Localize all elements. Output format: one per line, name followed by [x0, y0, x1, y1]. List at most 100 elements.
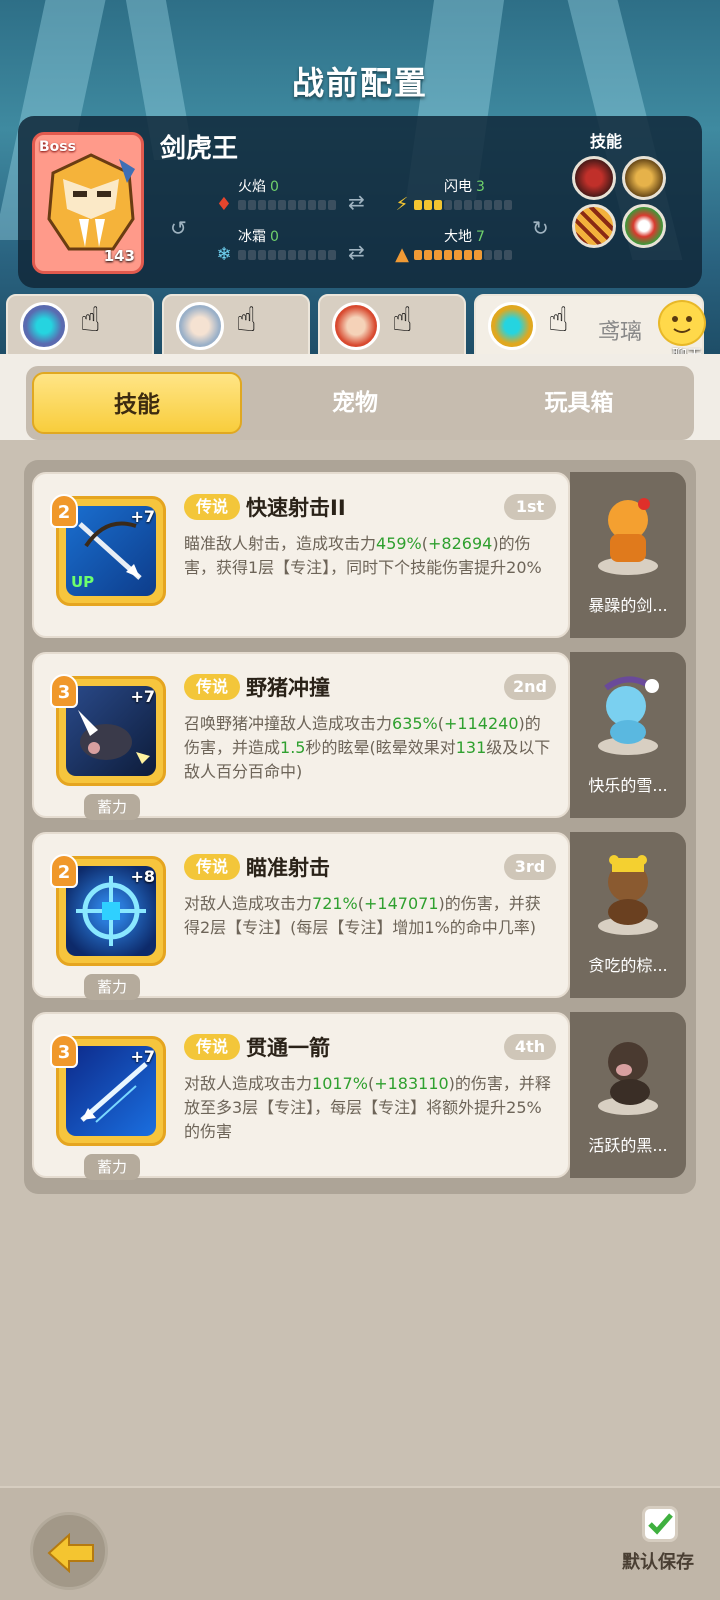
quality-tag: 传说 — [184, 494, 240, 520]
bar-segment — [454, 200, 462, 210]
pet-slot-4[interactable]: 活跃的黑... — [570, 1012, 686, 1178]
pet-name: 活跃的黑... — [588, 1136, 668, 1155]
bar-segment — [504, 250, 512, 260]
lightning-stat: 闪电 3 — [444, 179, 485, 195]
bar-segment — [434, 200, 442, 210]
bar-segment — [248, 200, 256, 210]
bar-segment — [268, 250, 276, 260]
slash-icon[interactable] — [572, 204, 616, 248]
page-title: 战前配置 — [291, 64, 428, 102]
tap-hand-icon: ☝ — [236, 300, 257, 340]
swap-arrow-icon: ⇄ — [348, 190, 365, 214]
up-badge: UP — [71, 573, 95, 591]
skill-name: 野猪冲撞 — [246, 676, 330, 700]
pet-slot-3[interactable]: 贪吃的棕... — [570, 832, 686, 998]
skill-description: 瞄准敌人射击，造成攻击力459%(+82694)的伤害，获得1层【专注】，同时下… — [184, 532, 554, 580]
rotate-right-icon: ↻ — [532, 216, 549, 240]
bar-segment — [494, 250, 502, 260]
earth-icon: ▲ — [395, 244, 409, 265]
highlight-value: 635% — [392, 714, 438, 733]
bar-segment — [258, 250, 266, 260]
boss-card[interactable]: Boss 143 — [32, 132, 144, 274]
roar-icon[interactable] — [572, 156, 616, 200]
order-tag: 2nd — [504, 674, 556, 700]
bar-segment — [504, 200, 512, 210]
fire-bar — [238, 200, 336, 210]
leaf-fist-icon[interactable] — [622, 204, 666, 248]
robot-hero-portrait — [20, 302, 68, 350]
lightning-icon: ⚡ — [395, 194, 409, 215]
skill-description: 召唤野猪冲撞敌人造成攻击力635%(+114240)的伤害，并造成1.5秒的眩晕… — [184, 712, 554, 784]
highlight-value: +183110 — [374, 1074, 449, 1093]
bar-segment — [268, 200, 276, 210]
order-tag: 3rd — [504, 854, 556, 880]
default-save-checkbox[interactable] — [642, 1506, 678, 1542]
quality-tag: 传说 — [184, 674, 240, 700]
rank-badge: 3 — [50, 674, 78, 708]
pet-bear-figure — [598, 855, 658, 935]
bar-segment — [444, 250, 452, 260]
pet-slot-1[interactable]: 暴躁的剑... — [570, 472, 686, 638]
bar-segment — [474, 200, 482, 210]
pet-boar-figure — [598, 1042, 658, 1115]
upgrade-level: +7 — [130, 1047, 155, 1066]
tap-hand-icon: ☝ — [548, 300, 569, 340]
upgrade-level: +8 — [130, 867, 155, 886]
order-tag: 4th — [504, 1034, 556, 1060]
pet-slot-2[interactable]: 快乐的雪... — [570, 652, 686, 818]
boss-info-panel: Boss 143 剑虎王 ♦ 火焰 0 ⇄ ⚡ 闪电 3 ↺ ↻ ❄ 冰霜 0 ⇄ ▲… — [18, 116, 702, 288]
quality-tag: 传说 — [184, 854, 240, 880]
frost-stat: 冰霜 0 — [238, 229, 279, 245]
hero-tab-2[interactable]: ☝ — [162, 294, 310, 360]
rotate-left-icon: ↺ — [170, 216, 187, 240]
bar-segment — [308, 200, 316, 210]
skill-card-2[interactable]: +7 3 蓄力 传说 野猪冲撞 2nd 召唤野猪冲撞敌人造成攻击力635%(+1… — [32, 652, 570, 820]
tab-skills[interactable]: 技能 — [32, 372, 242, 434]
upgrade-level: +7 — [130, 687, 155, 706]
boss-skills-label: 技能 — [589, 132, 622, 151]
desc-text: 召唤野猪冲撞敌人造成攻击力 — [184, 714, 393, 733]
pet-name: 快乐的雪... — [588, 776, 668, 795]
earth-stat: 大地 7 — [444, 229, 485, 245]
pet-yeti-figure — [598, 676, 659, 755]
bar-segment — [248, 250, 256, 260]
bar-segment — [484, 200, 492, 210]
hero-name: 鸢璃 — [598, 320, 643, 345]
bar-segment — [424, 250, 432, 260]
fire-icon: ♦ — [215, 194, 233, 215]
tab-toybox[interactable]: 玩具箱 — [474, 372, 684, 434]
frost-icon: ❄ — [216, 244, 232, 265]
highlight-value: +82694 — [428, 534, 493, 553]
bar-segment — [258, 200, 266, 210]
rank-badge: 2 — [50, 854, 78, 888]
beast-claw-icon[interactable] — [622, 156, 666, 200]
bar-segment — [494, 200, 502, 210]
pet-name: 暴躁的剑... — [588, 596, 668, 615]
boss-level: 143 — [103, 247, 135, 265]
bar-segment — [434, 250, 442, 260]
skill-description: 对敌人造成攻击力1017%(+183110)的伤害，并释放至多3层【专注】，每层… — [184, 1072, 554, 1144]
bar-segment — [484, 250, 492, 260]
back-button[interactable] — [30, 1512, 108, 1590]
skill-name: 快速射击II — [246, 496, 346, 520]
skill-card-3[interactable]: +8 2 蓄力 传说 瞄准射击 3rd 对敌人造成攻击力721%(+147071… — [32, 832, 570, 1000]
hero-tab-1[interactable]: ☝ — [6, 294, 154, 360]
tab-pets[interactable]: 宠物 — [250, 372, 460, 434]
default-save-label: 默认保存 — [622, 1552, 694, 1573]
charge-tag: 蓄力 — [84, 974, 140, 1000]
upgrade-level: +7 — [130, 507, 155, 526]
earth-bar — [414, 250, 512, 260]
bar-segment — [464, 250, 472, 260]
bar-segment — [238, 250, 246, 260]
bar-segment — [424, 200, 432, 210]
bar-segment — [318, 250, 326, 260]
charge-tag: 蓄力 — [84, 1154, 140, 1180]
order-tag: 1st — [504, 494, 556, 520]
chat-button[interactable]: 聊天 — [648, 300, 712, 364]
tap-hand-icon: ☝ — [80, 300, 101, 340]
highlight-value: 721% — [312, 894, 358, 913]
hero-tab-3[interactable]: ☝ — [318, 294, 466, 360]
boss-tag: Boss — [39, 139, 76, 155]
skill-card-4[interactable]: +7 3 蓄力 传说 贯通一箭 4th 对敌人造成攻击力1017%(+18311… — [32, 1012, 570, 1180]
skill-card-1[interactable]: +7 UP 2 传说 快速射击II 1st 瞄准敌人射击，造成攻击力459%(+… — [32, 472, 570, 638]
